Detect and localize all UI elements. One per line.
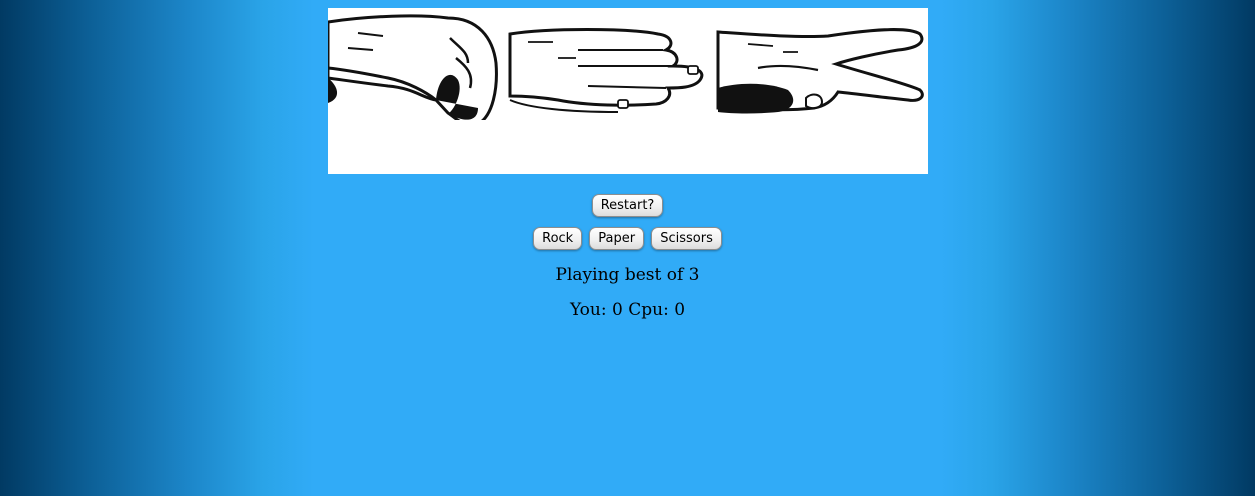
cpu-label: Cpu: xyxy=(628,300,669,320)
rock-button[interactable]: Rock xyxy=(533,227,583,250)
you-score: 0 xyxy=(612,300,623,320)
choice-buttons: Rock Paper Scissors xyxy=(0,227,1255,250)
banner-word-rock: ROCK xyxy=(348,123,464,174)
rock-paper-scissors-banner: ROCK PAPER SCISSORS xyxy=(328,8,928,174)
you-label: You: xyxy=(569,300,607,320)
best-of-text: Playing best of 3 xyxy=(555,265,700,285)
banner-word-scissors: SCISSORS xyxy=(708,123,926,174)
game-page: ROCK PAPER SCISSORS Restart? Rock Paper … xyxy=(0,0,1255,496)
scissors-button[interactable]: Scissors xyxy=(651,227,722,250)
paper-button[interactable]: Paper xyxy=(589,227,645,250)
banner-word-paper: PAPER xyxy=(522,123,662,174)
cpu-score: 0 xyxy=(674,300,686,320)
restart-row: Restart? xyxy=(0,194,1255,217)
restart-button[interactable]: Restart? xyxy=(591,194,664,217)
scoreboard: You: 0 Cpu: 0 xyxy=(0,300,1255,320)
